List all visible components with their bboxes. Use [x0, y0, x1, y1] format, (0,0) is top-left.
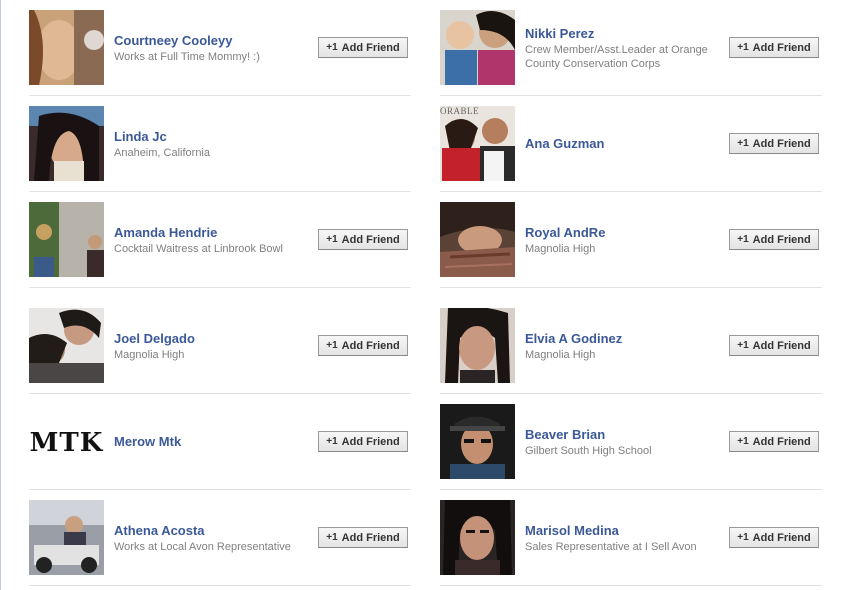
add-friend-label: Add Friend — [341, 531, 400, 544]
friend-suggestion-card: ORABLE Ana Guzman +1 Add Friend — [440, 96, 822, 192]
add-friend-label: Add Friend — [752, 339, 811, 352]
add-friend-label: Add Friend — [752, 531, 811, 544]
add-friend-button[interactable]: +1 Add Friend — [318, 527, 408, 548]
profile-photo[interactable] — [440, 308, 515, 383]
add-friend-label: Add Friend — [752, 137, 811, 150]
profile-photo[interactable]: ORABLE — [440, 106, 515, 181]
add-friend-button[interactable]: +1 Add Friend — [729, 133, 819, 154]
add-friend-label: Add Friend — [341, 233, 400, 246]
friend-suggestion-card: Athena Acosta Works at Local Avon Repres… — [29, 490, 411, 586]
profile-photo[interactable] — [440, 500, 515, 575]
friend-name-link[interactable]: Linda Jc — [114, 129, 319, 145]
add-friend-button[interactable]: +1 Add Friend — [729, 335, 819, 356]
friend-subtitle: Gilbert South High School — [525, 444, 652, 457]
add-friend-icon: +1 — [326, 532, 338, 543]
add-friend-button[interactable]: +1 Add Friend — [729, 527, 819, 548]
friend-subtitle: Magnolia High — [114, 348, 185, 361]
add-friend-icon: +1 — [737, 138, 749, 149]
profile-photo[interactable] — [29, 202, 104, 277]
friend-name-link[interactable]: Beaver Brian — [525, 427, 730, 443]
add-friend-button[interactable]: +1 Add Friend — [729, 431, 819, 452]
friend-name-link[interactable]: Marisol Medina — [525, 523, 730, 539]
friend-subtitle: Magnolia High — [525, 242, 596, 255]
friend-name-link[interactable]: Merow Mtk — [114, 434, 319, 450]
profile-photo[interactable] — [29, 10, 104, 85]
friend-subtitle: Magnolia High — [525, 348, 596, 361]
add-friend-button[interactable]: +1 Add Friend — [729, 37, 819, 58]
add-friend-icon: +1 — [326, 340, 338, 351]
add-friend-icon: +1 — [737, 234, 749, 245]
friend-name-link[interactable]: Athena Acosta — [114, 523, 319, 539]
profile-photo[interactable] — [29, 106, 104, 181]
friend-name-link[interactable]: Nikki Perez — [525, 26, 730, 42]
friend-name-link[interactable]: Ana Guzman — [525, 136, 730, 152]
add-friend-button[interactable]: +1 Add Friend — [318, 431, 408, 452]
friend-suggestion-card: Courtneey Cooleyy Works at Full Time Mom… — [29, 0, 411, 96]
add-friend-label: Add Friend — [341, 435, 400, 448]
add-friend-button[interactable]: +1 Add Friend — [318, 335, 408, 356]
add-friend-icon: +1 — [326, 42, 338, 53]
friend-suggestion-card: Elvia A Godinez Magnolia High +1 Add Frie… — [440, 298, 822, 394]
friend-name-link[interactable]: Elvia A Godinez — [525, 331, 730, 347]
add-friend-label: Add Friend — [752, 435, 811, 448]
profile-photo[interactable] — [440, 202, 515, 277]
add-friend-icon: +1 — [737, 42, 749, 53]
friend-suggestion-card: Joel Delgado Magnolia High +1 Add Friend — [29, 298, 411, 394]
friend-subtitle: Works at Local Avon Representative — [114, 540, 291, 553]
friend-subtitle: Crew Member/Asst.Leader at Orange County… — [525, 43, 708, 70]
profile-photo[interactable] — [440, 404, 515, 479]
profile-photo[interactable] — [29, 308, 104, 383]
add-friend-icon: +1 — [326, 234, 338, 245]
friend-suggestion-card: Nikki Perez Crew Member/Asst.Leader at O… — [440, 0, 822, 96]
add-friend-button[interactable]: +1 Add Friend — [318, 37, 408, 58]
profile-photo[interactable]: MTK — [29, 404, 104, 479]
friend-name-link[interactable]: Courtneey Cooleyy — [114, 33, 319, 49]
friend-suggestion-card: Amanda Hendrie Cocktail Waitress at Linb… — [29, 192, 411, 288]
add-friend-label: Add Friend — [341, 41, 400, 54]
photo-caption-text: ORABLE — [440, 106, 479, 116]
add-friend-icon: +1 — [737, 532, 749, 543]
friend-suggestions-grid: Courtneey Cooleyy Works at Full Time Mom… — [29, 0, 822, 590]
left-border — [0, 0, 1, 590]
friend-name-link[interactable]: Amanda Hendrie — [114, 225, 319, 241]
friend-subtitle: Sales Representative at I Sell Avon — [525, 540, 697, 553]
friend-subtitle: Anaheim, California — [114, 146, 210, 159]
friend-suggestion-card: Linda Jc Anaheim, California — [29, 96, 411, 192]
friend-subtitle: Works at Full Time Mommy! :) — [114, 50, 260, 63]
friend-name-link[interactable]: Royal AndRe — [525, 225, 730, 241]
friend-name-link[interactable]: Joel Delgado — [114, 331, 319, 347]
add-friend-button[interactable]: +1 Add Friend — [729, 229, 819, 250]
profile-photo[interactable] — [440, 10, 515, 85]
profile-photo[interactable] — [29, 500, 104, 575]
add-friend-icon: +1 — [326, 436, 338, 447]
add-friend-icon: +1 — [737, 436, 749, 447]
add-friend-button[interactable]: +1 Add Friend — [318, 229, 408, 250]
friend-suggestion-card: MTK Merow Mtk +1 Add Friend — [29, 394, 411, 490]
friend-suggestion-card: Beaver Brian Gilbert South High School +… — [440, 394, 822, 490]
add-friend-label: Add Friend — [752, 233, 811, 246]
friend-suggestion-card: Marisol Medina Sales Representative at I… — [440, 490, 822, 586]
add-friend-label: Add Friend — [752, 41, 811, 54]
add-friend-icon: +1 — [737, 340, 749, 351]
mtk-logo-text: MTK — [29, 428, 104, 458]
friend-suggestion-card: Royal AndRe Magnolia High +1 Add Friend — [440, 192, 822, 288]
add-friend-label: Add Friend — [341, 339, 400, 352]
friend-subtitle: Cocktail Waitress at Linbrook Bowl — [114, 242, 283, 255]
